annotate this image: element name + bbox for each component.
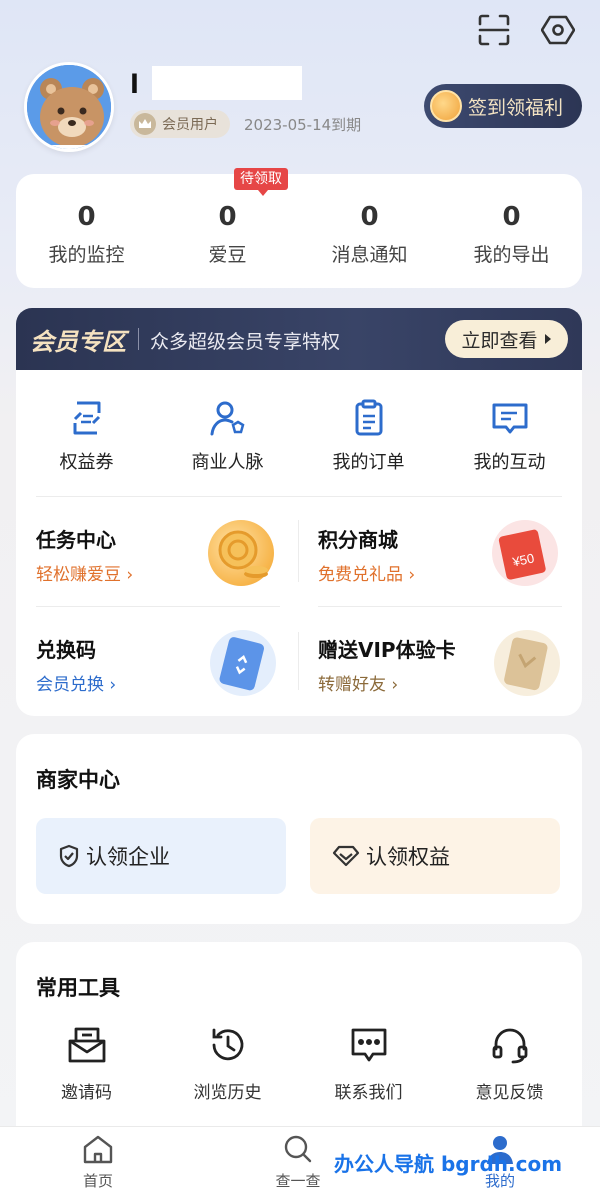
quick-item-label: 权益券 — [59, 452, 114, 473]
redeem-card-icon — [210, 630, 276, 696]
stat-value: 0 — [218, 202, 237, 232]
claim-rights-label: 认领权益 — [366, 845, 450, 869]
stat-label: 消息通知 — [331, 244, 408, 266]
coin-stack-icon — [208, 520, 274, 586]
contacts-icon — [208, 398, 248, 438]
task-title: 兑换码 — [36, 638, 96, 662]
task-sub-label: 会员兑换 — [36, 675, 104, 695]
tool-contact[interactable]: 联系我们 — [298, 1024, 439, 1103]
stats-card: 0 我的监控 0 爱豆 0 消息通知 0 我的导出 — [16, 174, 582, 288]
username-mask — [152, 66, 302, 100]
quick-item-interaction[interactable]: 我的互动 — [439, 398, 580, 474]
claim-company-button[interactable]: 认领企业 — [36, 818, 286, 894]
coin-icon — [430, 90, 462, 122]
stat-idou[interactable]: 0 爱豆 — [157, 202, 298, 267]
task-title: 任务中心 — [36, 528, 116, 552]
diamond-icon — [332, 845, 360, 867]
quick-item-label: 我的订单 — [332, 452, 405, 473]
tool-label: 浏览历史 — [193, 1083, 262, 1103]
tool-invite[interactable]: 邀请码 — [16, 1024, 157, 1103]
triangle-right-icon — [544, 334, 551, 344]
tool-label: 意见反馈 — [475, 1083, 544, 1103]
task-sub: 会员兑换 › — [36, 675, 117, 695]
task-sub: 轻松赚爱豆 › — [36, 565, 134, 585]
expire-date: 2023-05-14到期 — [244, 116, 362, 134]
merchant-title: 商家中心 — [36, 768, 120, 792]
vip-card-icon — [494, 630, 560, 696]
coupon-icon — [67, 398, 107, 438]
tools-title: 常用工具 — [36, 976, 120, 1000]
member-badge: 会员用户 — [130, 110, 230, 138]
shield-check-icon — [59, 844, 79, 868]
tool-feedback[interactable]: 意见反馈 — [439, 1024, 580, 1103]
task-sub-label: 转赠好友 — [318, 675, 386, 695]
quick-item-contacts[interactable]: 商业人脉 — [157, 398, 298, 474]
headset-icon — [489, 1024, 531, 1066]
view-now-label: 立即查看 — [461, 329, 538, 352]
search-icon — [284, 1135, 312, 1163]
gift-card-icon: ¥50 — [492, 520, 558, 586]
tool-history[interactable]: 浏览历史 — [157, 1024, 298, 1103]
divider — [298, 632, 299, 690]
stat-value: 0 — [360, 202, 379, 232]
chat-icon — [490, 398, 530, 438]
claim-rights-button[interactable]: 认领权益 — [310, 818, 560, 894]
task-sub: 免费兑礼品 › — [318, 565, 416, 585]
invite-icon — [66, 1024, 108, 1066]
divider — [318, 606, 562, 607]
signin-label: 签到领福利 — [468, 96, 564, 119]
scan-icon[interactable] — [476, 12, 512, 48]
member-zone-subtitle: 众多超级会员专享特权 — [150, 331, 341, 353]
nav-home[interactable]: 首页 — [38, 1134, 158, 1191]
stat-value: 0 — [502, 202, 521, 232]
task-title: 赠送VIP体验卡 — [318, 638, 456, 662]
username: l — [130, 70, 140, 100]
task-sub: 转赠好友 › — [318, 675, 399, 695]
redeem-code[interactable]: 兑换码 会员兑换 › — [36, 628, 286, 708]
points-mall[interactable]: 积分商城 免费兑礼品 › ¥50 — [318, 516, 568, 596]
stat-notifications[interactable]: 0 消息通知 — [299, 202, 440, 267]
stat-exports[interactable]: 0 我的导出 — [441, 202, 582, 267]
signin-button[interactable]: 签到领福利 — [424, 84, 582, 128]
member-label: 会员用户 — [162, 117, 218, 133]
divider — [298, 520, 299, 582]
avatar[interactable] — [24, 62, 114, 152]
watermark: 办公人导航 bgrdh.com — [334, 1152, 563, 1176]
gift-vip-card[interactable]: 赠送VIP体验卡 转赠好友 › — [318, 628, 568, 708]
tool-label: 联系我们 — [334, 1083, 403, 1103]
tool-label: 邀请码 — [61, 1083, 112, 1103]
task-title: 积分商城 — [318, 528, 398, 552]
task-sub-label: 免费兑礼品 — [318, 565, 403, 585]
pending-badge: 待领取 — [234, 168, 288, 196]
stat-label: 我的监控 — [48, 244, 125, 266]
claim-company-label: 认领企业 — [86, 845, 170, 869]
history-icon — [207, 1024, 249, 1066]
stat-label: 我的导出 — [473, 244, 550, 266]
member-zone-title: 会员专区 — [30, 328, 126, 356]
divider — [36, 606, 280, 607]
nav-label: 首页 — [82, 1172, 113, 1190]
task-sub-label: 轻松赚爱豆 — [36, 565, 121, 585]
quick-item-orders[interactable]: 我的订单 — [298, 398, 439, 474]
settings-hexagon-icon[interactable] — [540, 12, 576, 48]
crown-icon — [134, 113, 156, 135]
view-now-button[interactable]: 立即查看 — [445, 320, 568, 358]
divider — [36, 496, 562, 497]
quick-item-coupon[interactable]: 权益券 — [16, 398, 157, 474]
task-center[interactable]: 任务中心 轻松赚爱豆 › — [36, 516, 286, 596]
zone-separator — [138, 328, 139, 350]
quick-item-label: 商业人脉 — [191, 452, 264, 473]
quick-item-label: 我的互动 — [473, 452, 546, 473]
order-icon — [349, 398, 389, 438]
stat-monitor[interactable]: 0 我的监控 — [16, 202, 157, 267]
stat-label: 爱豆 — [208, 244, 247, 266]
home-icon — [83, 1135, 113, 1164]
stat-value: 0 — [77, 202, 96, 232]
message-icon — [348, 1024, 390, 1066]
